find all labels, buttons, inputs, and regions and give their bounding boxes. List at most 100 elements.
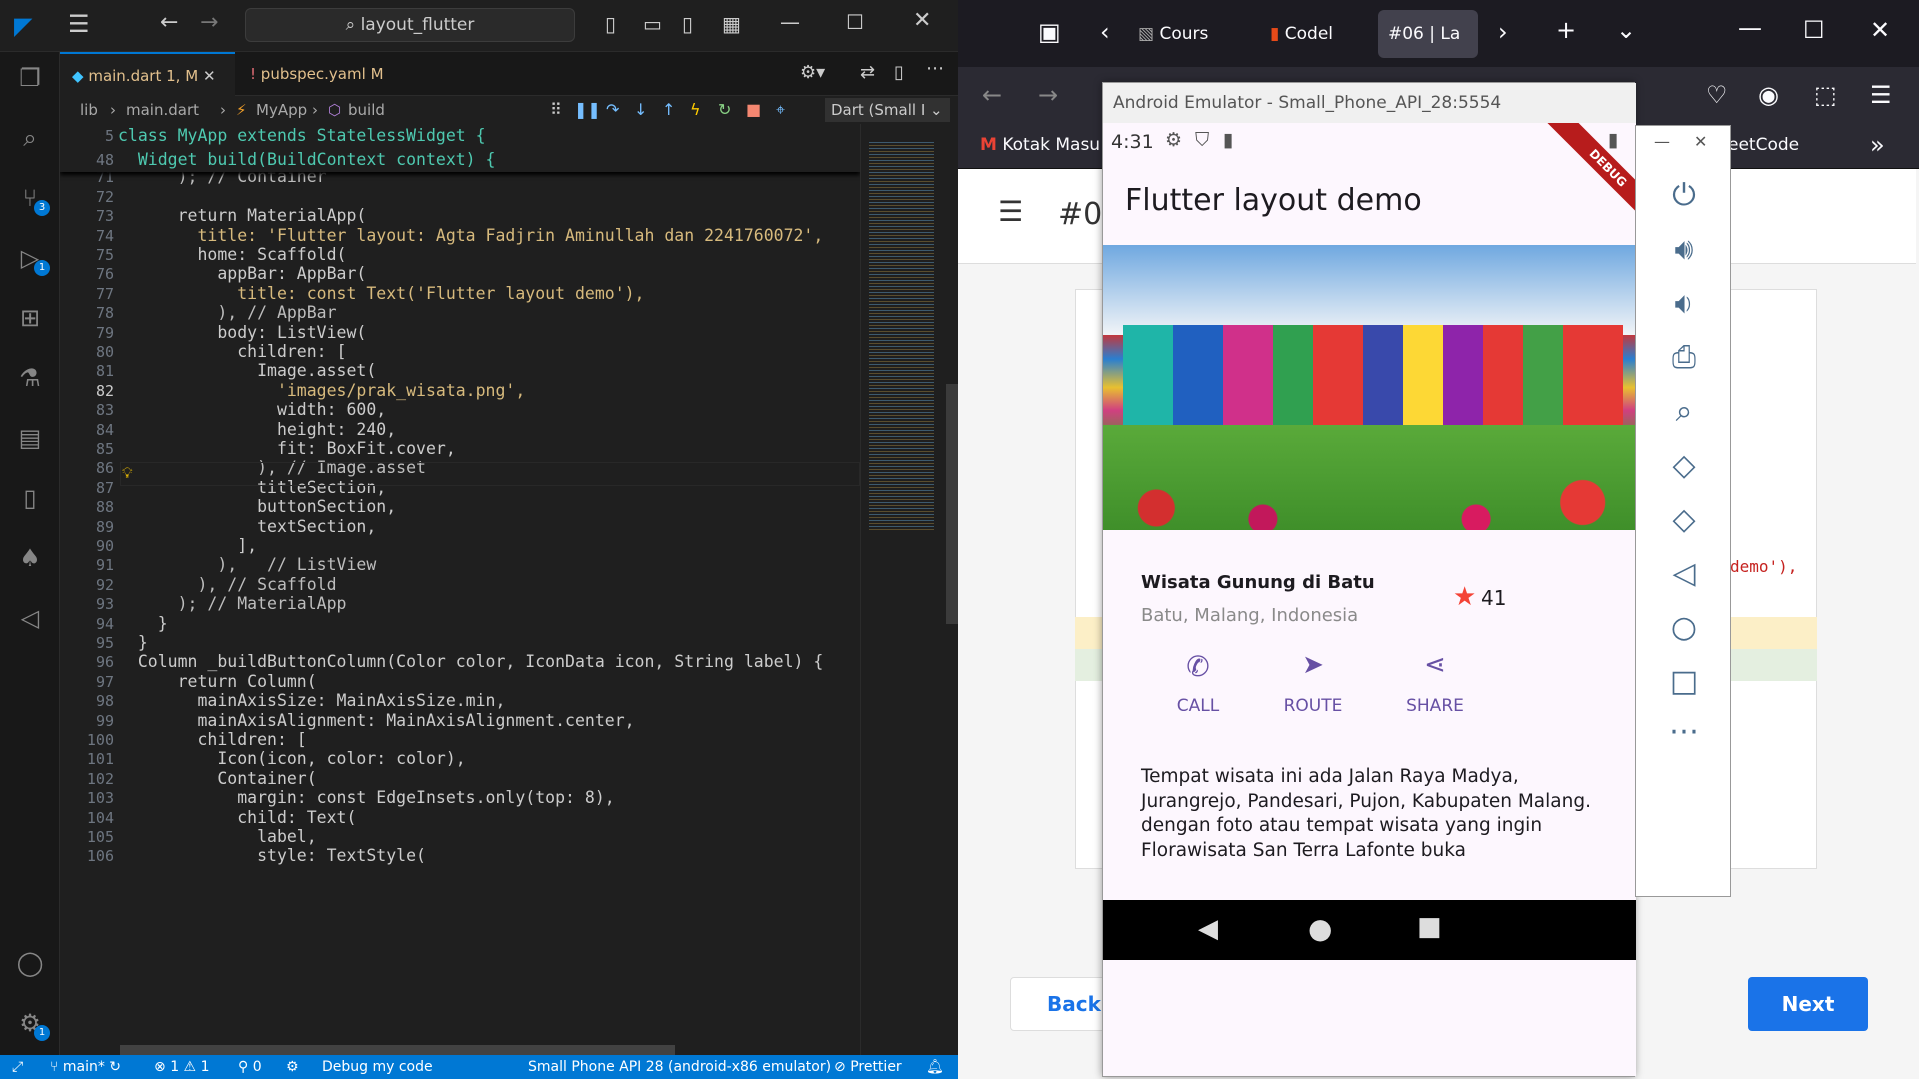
branch-indicator[interactable]: ⑂ main* ↻	[50, 1055, 121, 1079]
code-line[interactable]: style: TextStyle(	[118, 844, 426, 868]
menu-icon[interactable]: ☰	[68, 10, 90, 38]
source-control-icon[interactable]: ⑂ 3	[14, 182, 50, 216]
sticky-line[interactable]: class MyApp extends StatelessWidget {	[118, 124, 486, 148]
command-center-search[interactable]: ⌕ layout_flutter	[245, 8, 575, 42]
lightbulb-icon[interactable]: 💡︎	[122, 464, 133, 482]
inspect-icon[interactable]: ⌖	[776, 96, 785, 124]
camera-icon[interactable]: ⎙	[1636, 340, 1732, 375]
minimap[interactable]	[860, 124, 958, 1055]
more-actions-icon[interactable]: ⋯	[926, 58, 944, 79]
forward-icon[interactable]: →	[1038, 81, 1058, 109]
split-editor-icon[interactable]: ▯	[894, 62, 904, 83]
run-debug-menu-icon[interactable]: ⚙▾	[800, 62, 825, 83]
maximize-icon[interactable]: ☐	[1803, 16, 1825, 44]
prettier-status[interactable]: ⊘ Prettier	[834, 1055, 902, 1079]
next-button[interactable]: Next	[1748, 977, 1868, 1031]
scroll-left-icon[interactable]: ‹	[1100, 18, 1110, 46]
browser-tab[interactable]: ▮ Codel	[1270, 10, 1370, 58]
device-selector[interactable]: Dart (Small I ⌄	[825, 98, 950, 122]
toolbar-minimize-icon[interactable]: —	[1654, 132, 1670, 151]
minimize-icon[interactable]: —	[780, 10, 800, 34]
power-icon[interactable]: ⏻	[1636, 178, 1732, 213]
back-icon[interactable]: ←	[160, 10, 178, 35]
toolbar-close-icon[interactable]: ✕	[1694, 132, 1707, 151]
share-button[interactable]: ⋖ SHARE	[1395, 650, 1475, 716]
overview-icon[interactable]: □	[1636, 664, 1732, 699]
pause-icon[interactable]: ❚❚	[574, 96, 601, 124]
minimap-slider[interactable]	[946, 384, 958, 624]
code-editor[interactable]: 5 class MyApp extends StatelessWidget {48…	[60, 124, 860, 1055]
bookmark-gmail[interactable]: M Kotak Masu	[980, 135, 1100, 155]
tab-list-icon[interactable]: ▣	[1038, 18, 1061, 46]
volume-down-icon[interactable]: 🔉︎	[1636, 286, 1732, 321]
forward-icon[interactable]: →	[200, 10, 218, 35]
new-tab-icon[interactable]: +	[1556, 16, 1576, 44]
extensions-icon[interactable]: ⊞	[14, 302, 46, 334]
account-icon[interactable]: ◉	[1758, 81, 1779, 109]
notifications-icon[interactable]: 🔔︎	[926, 1055, 944, 1079]
sticky-line[interactable]: Widget build(BuildContext context) {	[118, 148, 496, 172]
stop-icon[interactable]: ■	[746, 96, 761, 124]
search-sidebar-icon[interactable]: ⌕	[14, 122, 46, 154]
call-button[interactable]: ✆ CALL	[1158, 650, 1238, 716]
breadcrumb-item[interactable]: build	[348, 96, 385, 124]
run-debug-icon[interactable]: ▷ 1	[14, 242, 50, 276]
browser-tab-active[interactable]: #06 | La ✕	[1378, 10, 1478, 92]
drag-handle-icon[interactable]: ⠿	[550, 96, 562, 124]
toggle-secondary-icon[interactable]: ▯	[682, 12, 693, 36]
route-button[interactable]: ➤ ROUTE	[1273, 650, 1353, 716]
layout-icon[interactable]: ▦	[722, 12, 741, 36]
list-all-tabs-icon[interactable]: ⌄	[1616, 16, 1636, 44]
debug-config-label[interactable]: Debug my code	[322, 1055, 433, 1079]
bookmark-leetcode[interactable]: eetCode	[1728, 135, 1799, 155]
device-icon[interactable]: ▯	[14, 482, 46, 514]
breadcrumb-item[interactable]: MyApp	[256, 96, 307, 124]
tab-close-icon[interactable]: ✕	[203, 67, 216, 85]
step-into-icon[interactable]: ↓	[634, 96, 647, 124]
back-icon[interactable]: ←	[982, 81, 1002, 109]
menu-icon[interactable]: ☰	[1870, 81, 1892, 109]
open-changes-icon[interactable]: ⇄	[860, 62, 875, 83]
more-bookmarks-icon[interactable]: »	[1870, 131, 1885, 159]
rotate-right-icon[interactable]: ◇	[1636, 502, 1732, 537]
home-icon[interactable]: ○	[1636, 610, 1732, 645]
close-icon[interactable]: ✕	[913, 8, 931, 33]
breadcrumb-item[interactable]: main.dart	[126, 96, 199, 124]
extensions-icon[interactable]: ⬚	[1814, 81, 1837, 109]
flutter-icon[interactable]: ◁	[14, 602, 46, 634]
nav-recents-icon[interactable]: ■	[1417, 912, 1442, 942]
pocket-icon[interactable]: ♡	[1706, 81, 1728, 109]
browser-tab[interactable]: ▧ Cours	[1138, 10, 1248, 58]
toggle-panel-icon[interactable]: ▭	[643, 12, 662, 36]
hot-reload-icon[interactable]: ϟ	[690, 96, 701, 124]
remote-icon[interactable]: ⤢	[12, 1055, 23, 1079]
scroll-right-icon[interactable]: ›	[1498, 18, 1508, 46]
breadcrumb-item[interactable]: lib	[80, 96, 98, 124]
back-icon[interactable]: ◁	[1636, 556, 1732, 591]
problems-indicator[interactable]: ⊗ 1 ⚠ 1	[154, 1055, 209, 1079]
toggle-sidebar-icon[interactable]: ▯	[605, 12, 616, 36]
tab-pubspec[interactable]: ! pubspec.yaml M	[238, 52, 408, 96]
horizontal-scrollbar[interactable]	[120, 1045, 675, 1055]
ports-indicator[interactable]: ⚲ 0	[238, 1055, 262, 1079]
maximize-icon[interactable]: ☐	[846, 10, 864, 34]
step-over-icon[interactable]: ↷	[606, 96, 619, 124]
more-icon[interactable]: ⋯	[1636, 714, 1732, 749]
volume-up-icon[interactable]: 🔊︎	[1636, 232, 1732, 267]
nav-home-icon[interactable]: ●	[1308, 912, 1332, 945]
device-status[interactable]: Small Phone API 28 (android-x86 emulator…	[528, 1055, 831, 1079]
nav-back-icon[interactable]: ◀	[1198, 914, 1218, 944]
step-out-icon[interactable]: ↑	[662, 96, 675, 124]
remote-explorer-icon[interactable]: ▤	[14, 422, 46, 454]
restart-icon[interactable]: ↻	[718, 96, 731, 124]
testing-icon[interactable]: ⚗	[14, 362, 46, 394]
debug-config-icon[interactable]: ⚙	[286, 1055, 299, 1079]
close-icon[interactable]: ✕	[1870, 16, 1890, 44]
minimize-icon[interactable]: —	[1738, 14, 1762, 42]
mongodb-icon[interactable]: ♠	[14, 542, 46, 574]
hamburger-icon[interactable]: ☰	[998, 195, 1023, 228]
tab-main-dart[interactable]: ◆ main.dart 1, M ✕	[60, 52, 235, 96]
zoom-icon[interactable]: ⌕	[1636, 394, 1732, 429]
settings-gear-icon[interactable]: ⚙ 1	[14, 1007, 50, 1041]
accounts-icon[interactable]: ◯	[14, 947, 46, 979]
